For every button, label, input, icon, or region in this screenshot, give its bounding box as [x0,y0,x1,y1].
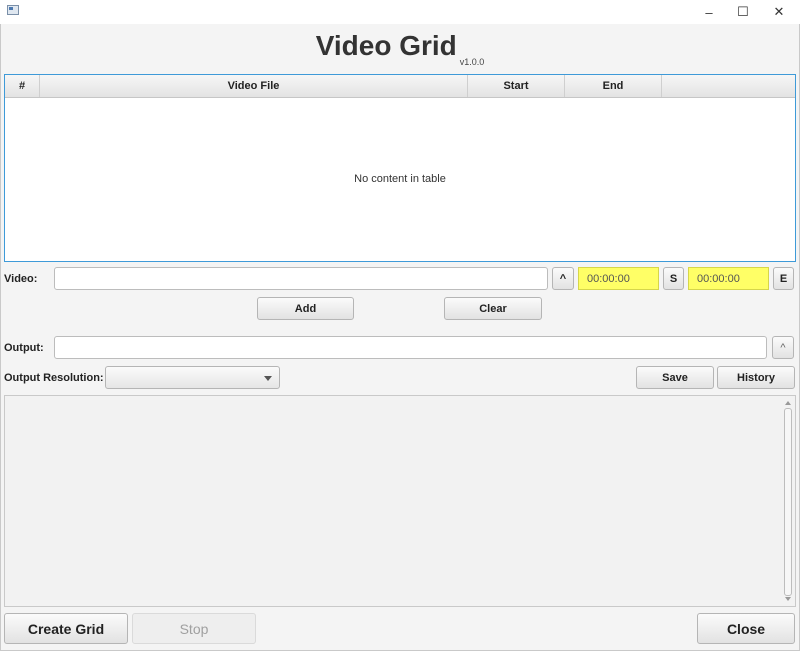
end-time-field[interactable]: 00:00:00 [688,267,769,290]
history-button[interactable]: History [717,366,795,389]
video-label: Video: [4,273,38,285]
app-title-text: Video Grid [315,30,457,61]
log-scrollbar[interactable] [783,398,793,604]
save-button[interactable]: Save [636,366,714,389]
column-header-end[interactable]: End [565,75,662,97]
video-table[interactable]: # Video File Start End No content in tab… [4,74,796,262]
scroll-up-icon[interactable] [785,401,791,405]
table-empty-message: No content in table [354,173,446,185]
chevron-down-icon [264,376,272,381]
page-title: Video Gridv1.0.0 [0,30,800,67]
clear-button[interactable]: Clear [444,297,542,320]
column-header-video-file[interactable]: Video File [40,75,468,97]
output-browse-button[interactable]: ^ [772,336,794,359]
scroll-thumb[interactable] [784,408,792,596]
window-title-bar [0,0,800,24]
column-header-filler [662,75,795,97]
create-grid-button[interactable]: Create Grid [4,613,128,644]
video-path-input[interactable] [54,267,548,290]
column-header-index[interactable]: # [5,75,40,97]
output-path-input[interactable] [54,336,767,359]
scroll-down-icon[interactable] [785,597,791,601]
app-icon [7,5,19,15]
table-header: # Video File Start End [5,75,795,98]
maximize-button[interactable]: ☐ [726,0,760,24]
output-resolution-label: Output Resolution: [4,372,104,384]
video-browse-button[interactable]: ^ [552,267,574,290]
minimize-button[interactable]: – [692,0,726,24]
set-end-button[interactable]: E [773,267,794,290]
log-text-area[interactable] [4,395,796,607]
close-window-button[interactable]: ✕ [762,0,796,24]
version-label: v1.0.0 [459,57,485,67]
start-time-field[interactable]: 00:00:00 [578,267,659,290]
stop-button: Stop [132,613,256,644]
set-start-button[interactable]: S [663,267,684,290]
close-button[interactable]: Close [697,613,795,644]
output-resolution-select[interactable] [105,366,280,389]
column-header-start[interactable]: Start [468,75,565,97]
output-label: Output: [4,342,44,354]
add-button[interactable]: Add [257,297,354,320]
